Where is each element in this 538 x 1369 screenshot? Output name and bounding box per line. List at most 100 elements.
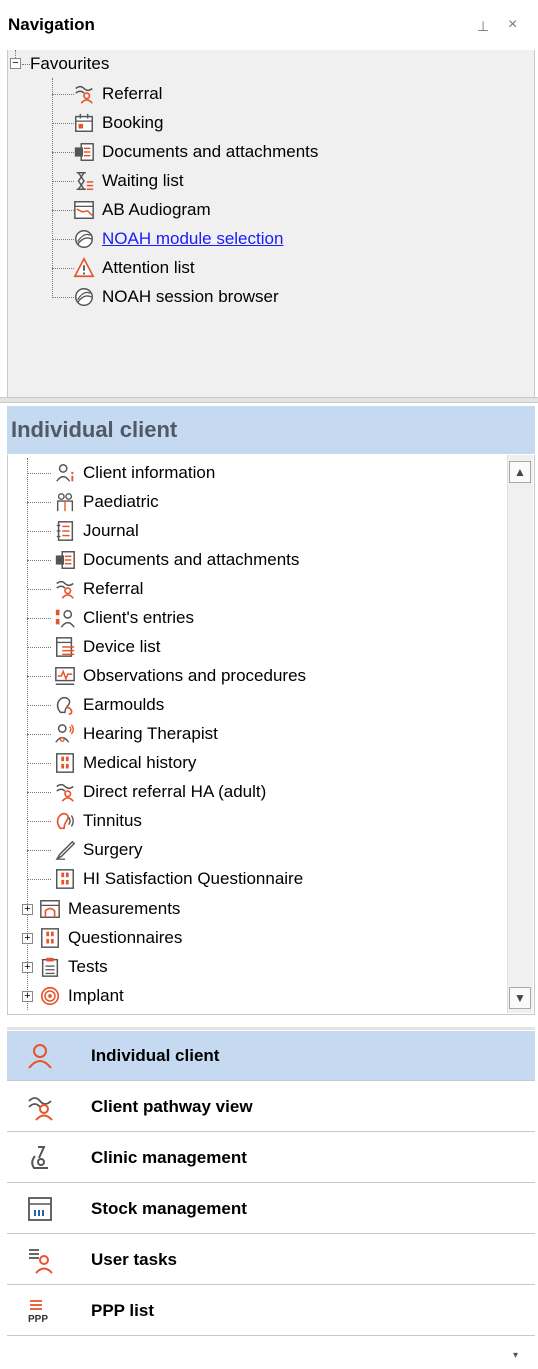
client-item-hearing-therapist[interactable]: Hearing Therapist (27, 721, 218, 747)
noah-module-selection-link[interactable]: NOAH module selection (102, 229, 283, 249)
nav-button-clinic-management[interactable]: Clinic management (7, 1133, 535, 1183)
client-item-observations[interactable]: Observations and procedures (27, 663, 306, 689)
client-item-direct-referral[interactable]: Direct referral HA (adult) (27, 779, 266, 805)
tinnitus-icon (53, 809, 77, 833)
button-stack-divider (7, 1027, 535, 1030)
client-item-referral[interactable]: Referral (27, 576, 143, 602)
favourite-item-label: Waiting list (102, 171, 184, 190)
client-item-label: Journal (83, 521, 139, 540)
tree-guide-line (27, 704, 51, 706)
questionnaire-icon (38, 926, 62, 950)
tree-guide-line (15, 50, 16, 58)
documents-icon (53, 548, 77, 572)
client-item-label: Direct referral HA (adult) (83, 782, 267, 801)
client-item-surgery[interactable]: Surgery (27, 837, 143, 863)
referral-icon (72, 82, 96, 106)
close-icon[interactable]: × (508, 16, 517, 34)
client-item-hi-satisfaction[interactable]: HI Satisfaction Questionnaire (27, 866, 303, 892)
person-icon (25, 1041, 55, 1071)
favourite-item-waiting-list[interactable]: Waiting list (52, 168, 184, 194)
tree-guide-line (27, 762, 51, 764)
tree-guide-line (27, 472, 51, 474)
favourite-item-documents[interactable]: Documents and attachments (52, 139, 318, 165)
client-item-medical-history[interactable]: Medical history (27, 750, 196, 776)
journal-icon (53, 519, 77, 543)
favourites-root-label: Favourites (30, 54, 110, 73)
favourite-item-booking[interactable]: Booking (52, 110, 163, 136)
client-item-label: Measurements (68, 899, 181, 918)
tree-guide-line (27, 530, 51, 532)
tree-guide-line (27, 878, 51, 880)
overflow-chevron-icon[interactable]: ▾ (513, 1350, 518, 1361)
favourite-item-audiogram[interactable]: AB Audiogram (52, 197, 211, 223)
client-item-device-list[interactable]: Device list (27, 634, 160, 660)
tree-guide-line (27, 820, 51, 822)
client-item-measurements[interactable]: Measurements (38, 896, 180, 922)
client-item-tinnitus[interactable]: Tinnitus (27, 808, 142, 834)
client-item-client-information[interactable]: Client information (27, 460, 215, 486)
favourite-item-attention-list[interactable]: Attention list (52, 255, 195, 281)
tree-guide-line (52, 209, 74, 211)
client-item-client-entries[interactable]: Client's entries (27, 605, 194, 631)
client-item-label: Documents and attachments (83, 550, 300, 569)
panel-splitter[interactable] (0, 397, 538, 403)
client-item-label: Paediatric (83, 492, 159, 511)
favourite-item-noah-module[interactable]: NOAH module selection (52, 226, 283, 252)
individual-client-header: Individual client (7, 406, 535, 454)
tree-expand-toggle[interactable]: + (22, 962, 33, 973)
tree-guide-line (27, 617, 51, 619)
nav-button-stock-management[interactable]: Stock management (7, 1184, 535, 1234)
tree-guide-line (52, 238, 74, 240)
client-item-label: Earmoulds (83, 695, 165, 714)
favourite-item-referral[interactable]: Referral (52, 81, 162, 107)
client-item-label: Surgery (83, 840, 143, 859)
waiting-list-icon (72, 169, 96, 193)
client-item-label: Device list (83, 637, 161, 656)
client-item-label: Medical history (83, 753, 197, 772)
panel-title: Navigation (8, 15, 95, 34)
observations-icon (53, 664, 77, 688)
client-item-questionnaires[interactable]: Questionnaires (38, 925, 182, 951)
tree-collapse-toggle[interactable]: − (10, 58, 21, 69)
scroll-down-button[interactable]: ▼ (509, 987, 531, 1009)
tree-expand-toggle[interactable]: + (22, 904, 33, 915)
client-item-paediatric[interactable]: Paediatric (27, 489, 159, 515)
scroll-up-button[interactable]: ▲ (509, 461, 531, 483)
vertical-scrollbar[interactable] (507, 455, 533, 1013)
individual-client-title: Individual client (11, 417, 178, 442)
tree-guide-line (27, 646, 51, 648)
earmould-icon (53, 693, 77, 717)
client-item-label: Tinnitus (83, 811, 142, 830)
measurements-icon (38, 897, 62, 921)
client-item-earmoulds[interactable]: Earmoulds (27, 692, 164, 718)
documents-icon (72, 140, 96, 164)
tree-expand-toggle[interactable]: + (22, 991, 33, 1002)
nav-button-user-tasks[interactable]: User tasks (7, 1235, 535, 1285)
noah-icon (72, 285, 96, 309)
client-item-tests[interactable]: Tests (38, 954, 108, 980)
favourite-item-label: Attention list (102, 258, 195, 277)
nav-button-client-pathway[interactable]: Client pathway view (7, 1082, 535, 1132)
hearing-therapist-icon (53, 722, 77, 746)
favourites-root[interactable]: Favourites (30, 51, 109, 77)
pathway-icon (25, 1092, 55, 1122)
client-info-icon (53, 461, 77, 485)
nav-button-ppp-list[interactable]: PPP PPP list (7, 1286, 535, 1336)
client-item-journal[interactable]: Journal (27, 518, 139, 544)
pin-icon[interactable]: ⊥ (477, 18, 489, 35)
client-item-documents[interactable]: Documents and attachments (27, 547, 299, 573)
client-item-implant[interactable]: Implant (38, 983, 124, 1009)
paediatric-icon (53, 490, 77, 514)
favourite-item-noah-session[interactable]: NOAH session browser (52, 284, 279, 310)
favourites-empty-space (7, 295, 535, 397)
tree-expand-toggle[interactable]: + (22, 933, 33, 944)
ppp-list-icon: PPP (25, 1296, 55, 1326)
tree-guide-line (27, 849, 51, 851)
nav-button-individual-client[interactable]: Individual client (7, 1031, 535, 1081)
tree-guide-line (27, 588, 51, 590)
client-item-label: Questionnaires (68, 928, 183, 947)
tree-guide-line (27, 501, 51, 503)
referral-icon (53, 577, 77, 601)
stock-icon (25, 1194, 55, 1224)
tree-guide-line (52, 93, 74, 95)
